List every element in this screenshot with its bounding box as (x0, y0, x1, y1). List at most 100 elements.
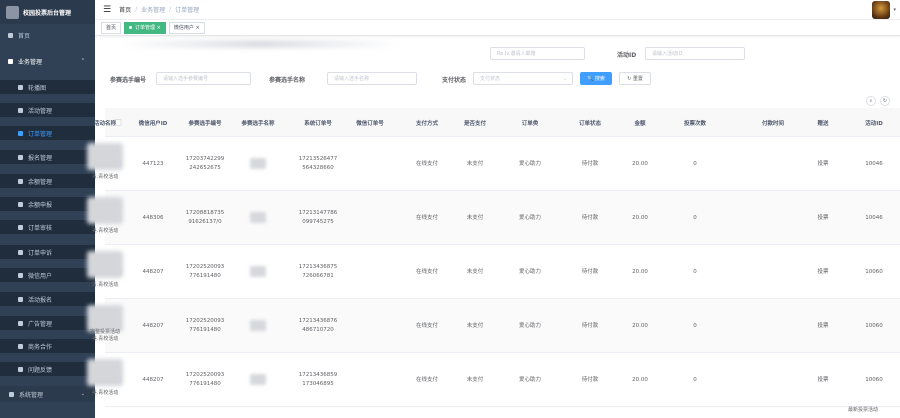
cell-amount: 20.00 (632, 376, 648, 383)
cell-contestant-name (250, 374, 266, 385)
tag-orders[interactable]: 订单管理 × (124, 21, 166, 34)
cell-order-status: 待付款 (581, 376, 599, 383)
search-button[interactable]: 🔍 搜索 (580, 72, 612, 85)
cell-gift: 投票 (817, 376, 829, 383)
sidebar-item-ads[interactable]: 广告管理 (0, 316, 95, 330)
cell-amount: 20.00 (632, 214, 648, 221)
table-row[interactable]: 448306 17208818735 91626137/0 17213147786 09… (87, 191, 900, 245)
cell-gift: 投票 (817, 268, 829, 275)
sidebar-item-order-appeal[interactable]: 订单申诉 (0, 245, 95, 259)
column-header: 支付方式 (415, 120, 439, 127)
active-dot-icon (129, 26, 133, 29)
close-icon[interactable]: × (157, 25, 161, 31)
sidebar-item-signup[interactable]: 报名管理 (0, 150, 95, 164)
column-header: 是否支付 (463, 120, 487, 127)
logo-icon (6, 5, 19, 19)
sidebar-item-order-review[interactable]: 订单审核 (0, 220, 95, 234)
sidebar-group-business[interactable]: 业务管理 ⌃ (0, 54, 95, 68)
cell-user-id: 448306 (142, 214, 164, 221)
breadcrumb-home[interactable]: 首页 (119, 5, 131, 14)
column-header: 赠送 (817, 120, 829, 127)
column-header: 付款时间 (761, 120, 785, 127)
sidebar-item-balance-report[interactable]: 余额申报 (0, 197, 95, 211)
cell-amount: 20.00 (632, 160, 648, 167)
breadcrumb-business: 业务管理 (141, 7, 166, 14)
cell-gift: 投票 (817, 214, 829, 221)
tags-view: 首页 订单管理 × 微信用户 × (95, 20, 900, 36)
cell-pay-method: 在线支付 (415, 268, 439, 275)
column-header: 微信订单号 (356, 120, 384, 127)
yen-icon (18, 201, 23, 207)
table-row[interactable]: 448207 17202520093 776191480 17213436875 726… (87, 245, 900, 299)
sidebar-item-activity-signup[interactable]: 活动报名 (0, 292, 95, 306)
cell-user-id: 448207 (142, 268, 164, 275)
cell-activity-id: 10060 (865, 268, 883, 275)
cell-activity-name-2: 完整投票活动 (89, 329, 121, 335)
close-icon[interactable]: × (195, 25, 199, 31)
sidebar-item-banner[interactable]: 轮播图 (0, 80, 95, 94)
tag-wechat-users[interactable]: 微信用户 × (168, 21, 205, 34)
gear-icon (9, 391, 14, 397)
refresh-icon[interactable]: ↻ (880, 96, 890, 106)
cell-votes: 0 (693, 268, 697, 275)
appeal-icon (18, 249, 23, 255)
sidebar-item-activity[interactable]: 活动管理 (0, 103, 95, 117)
cell-amount: 20.00 (632, 268, 648, 275)
cell-contestant-no: 17202520093 776191480 (185, 318, 225, 333)
sidebar-group-system[interactable]: 系统管理 ⌄ (0, 386, 95, 402)
sidebar-item-feedback[interactable]: 问题反馈 (0, 362, 95, 376)
cell-user-id: 448207 (142, 376, 164, 383)
cell-pay-method: 在线支付 (415, 376, 439, 383)
cell-contestant-no: 17202520093 776191480 (185, 264, 225, 279)
pay-status-select[interactable]: 支付状态 ⌄ (473, 72, 573, 85)
sidebar-item-balance[interactable]: 余额管理 (0, 174, 95, 188)
sidebar-item-wechat-users[interactable]: 微信用户 (0, 268, 95, 282)
caret-down-icon[interactable]: ▾ (893, 7, 896, 13)
yen-icon (18, 178, 23, 184)
sidebar: 校园投票后台管理 首页 业务管理 ⌃ 轮播图 活动管理 订单管理 报名管理 余额… (0, 0, 95, 418)
toggle-search-icon[interactable]: ⌕ (866, 96, 876, 106)
cell-votes: 0 (693, 322, 697, 329)
app-logo-area: 校园投票后台管理 (0, 0, 95, 24)
table-row[interactable]: 447123 17203742299 242652675 17213526477 564… (87, 137, 900, 191)
cell-system-order-no: 17213436876 486710720 (298, 318, 338, 333)
avatar[interactable] (872, 1, 890, 19)
chevron-down-icon: ⌄ (562, 75, 567, 82)
cell-paid: 未支付 (466, 268, 484, 275)
cell-system-order-no: 17213526477 564328660 (298, 156, 338, 171)
table-row[interactable]: 448207 17202520093 776191480 17213436859 173… (87, 353, 900, 407)
reset-button[interactable]: ↻ 重置 (619, 72, 651, 85)
column-header: 参赛选手编号 (188, 120, 222, 127)
list-icon (18, 296, 23, 302)
cell-system-order-no: 17213436875 726066781 (298, 264, 338, 279)
tag-home[interactable]: 首页 (101, 21, 122, 34)
cell-order-type: 爱心助力 (518, 160, 542, 167)
cell-pay-method: 在线支付 (415, 322, 439, 329)
openid-input[interactable]: Re.Iv.邀请人邮箱 (490, 47, 585, 60)
cell-pay-method: 在线支付 (415, 160, 439, 167)
order-icon (18, 130, 23, 136)
cell-activity-name: 青.青校活动 (91, 282, 119, 288)
hamburger-icon[interactable]: ☰ (103, 5, 111, 15)
image-icon (18, 84, 23, 90)
contestant-name-label: 参赛选手名称 (269, 77, 306, 84)
cell-gift: 投票 (817, 160, 829, 167)
contestant-no-input[interactable]: 请输入选手参赛编号 (156, 72, 251, 85)
column-header: 订单类 (521, 120, 539, 127)
pay-status-label: 支付状态 (442, 77, 467, 84)
form-icon (18, 154, 23, 160)
contestant-name-input[interactable]: 请输入选手名称 (327, 72, 417, 85)
cell-order-status: 待付款 (581, 214, 599, 221)
table-row[interactable]: 448207 17202520093 776191480 17213436876 486… (87, 299, 900, 353)
sidebar-item-business-coop[interactable]: 商务合作 (0, 339, 95, 353)
cell-paid: 未支付 (466, 160, 484, 167)
sidebar-item-orders[interactable]: 订单管理 (0, 126, 95, 140)
cell-contestant-no: 17208818735 91626137/0 (185, 210, 225, 225)
column-header: 微信用户ID (138, 120, 168, 127)
activity-id-input[interactable]: 请输入活动ID (645, 47, 745, 60)
sidebar-item-home[interactable]: 首页 (0, 28, 95, 42)
cell-votes: 0 (693, 214, 697, 221)
cell-pay-method: 在线支付 (415, 214, 439, 221)
cell-paid: 未支付 (466, 214, 484, 221)
cell-user-id: 447123 (142, 160, 164, 167)
